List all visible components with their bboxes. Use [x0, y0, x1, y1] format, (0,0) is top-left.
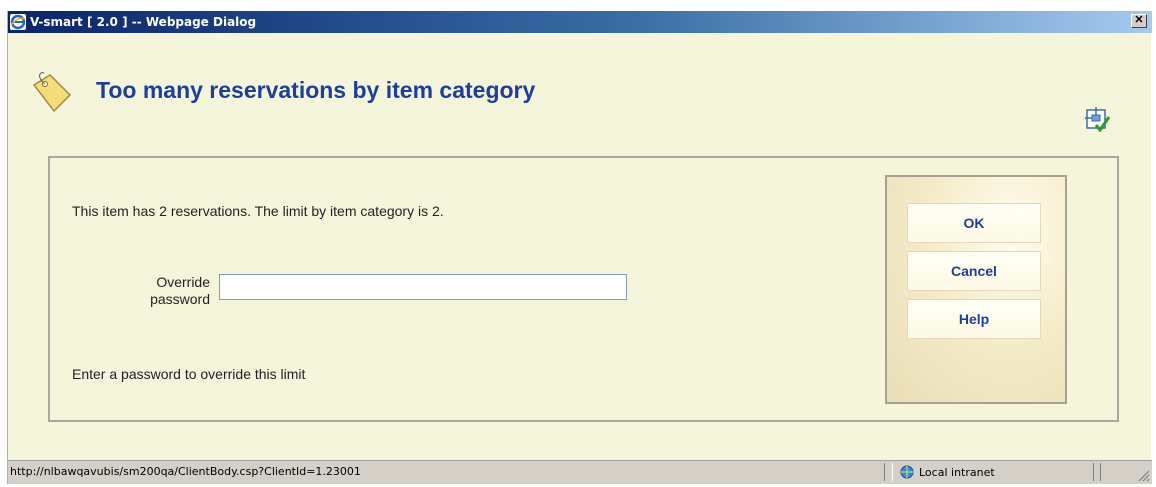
ie-icon: [10, 14, 26, 30]
status-bar: http://nlbawqavubis/sm200qa/ClientBody.c…: [8, 460, 1152, 484]
resize-grip-icon[interactable]: [1136, 468, 1150, 482]
help-button[interactable]: Help: [907, 299, 1041, 339]
status-divider: [1100, 463, 1101, 481]
layout-toggle-icon[interactable]: [1084, 106, 1110, 132]
button-panel: OK Cancel Help: [885, 175, 1067, 404]
security-zone: Local intranet: [892, 463, 1094, 481]
close-icon: ✕: [1134, 14, 1144, 26]
reservation-message: This item has 2 reservations. The limit …: [72, 203, 444, 219]
window-title: V-smart [ 2.0 ] -- Webpage Dialog: [30, 15, 257, 29]
close-button[interactable]: ✕: [1131, 14, 1147, 28]
intranet-icon: [900, 465, 914, 479]
tag-icon: [32, 72, 72, 113]
password-label-line1: Override: [156, 274, 210, 290]
override-password-label: Override password: [110, 274, 210, 308]
ok-button[interactable]: OK: [907, 203, 1041, 243]
status-url: http://nlbawqavubis/sm200qa/ClientBody.c…: [10, 463, 885, 481]
password-hint: Enter a password to override this limit: [72, 366, 306, 382]
cancel-button[interactable]: Cancel: [907, 251, 1041, 291]
title-bar[interactable]: V-smart [ 2.0 ] -- Webpage Dialog ✕: [8, 11, 1152, 33]
security-zone-label: Local intranet: [919, 465, 995, 479]
override-password-input[interactable]: [219, 274, 627, 300]
password-label-line2: password: [150, 291, 210, 307]
page-title: Too many reservations by item category: [96, 77, 536, 103]
dialog-window: V-smart [ 2.0 ] -- Webpage Dialog ✕ Too …: [7, 11, 1152, 484]
form-panel: This item has 2 reservations. The limit …: [48, 156, 1119, 422]
